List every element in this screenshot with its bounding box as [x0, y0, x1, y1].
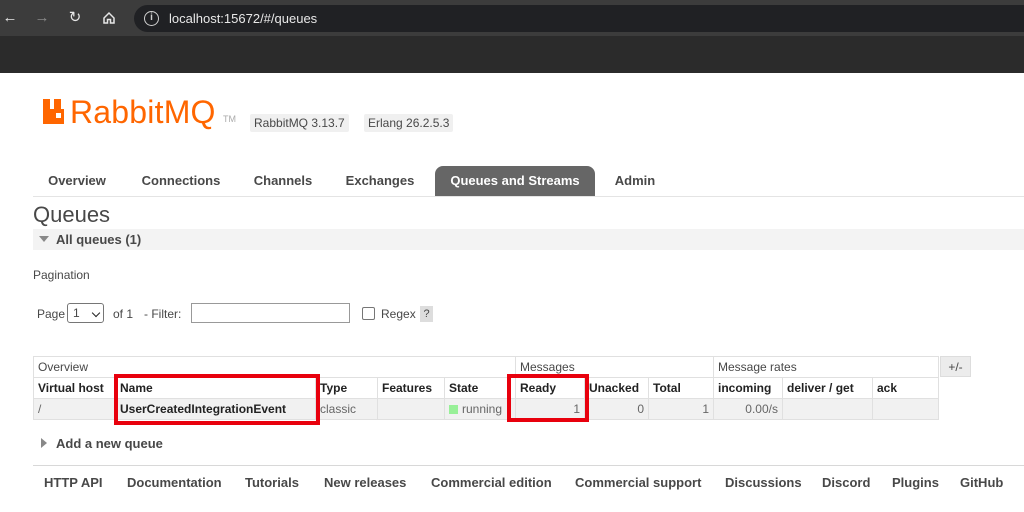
- running-status-icon: [449, 405, 458, 414]
- back-icon[interactable]: ←: [0, 8, 20, 28]
- page-select[interactable]: 1: [67, 303, 104, 323]
- toggle-columns-button[interactable]: +/-: [940, 356, 971, 377]
- cell-total: 1: [648, 398, 714, 420]
- column-header-incoming[interactable]: incoming: [713, 377, 783, 399]
- tab-exchanges[interactable]: Exchanges: [336, 166, 424, 196]
- page-label: Page: [37, 307, 66, 321]
- rabbitmq-version-badge: RabbitMQ 3.13.7: [250, 114, 349, 132]
- footer-link-http-api[interactable]: HTTP API: [44, 475, 103, 490]
- tab-channels[interactable]: Channels: [243, 166, 323, 196]
- add-new-queue-label[interactable]: Add a new queue: [56, 436, 163, 451]
- cell-type: classic: [315, 398, 378, 420]
- footer-link-discussions[interactable]: Discussions: [725, 475, 802, 490]
- regex-help-button[interactable]: ?: [420, 306, 433, 322]
- reload-icon[interactable]: ↻: [65, 8, 85, 28]
- regex-label: Regex: [381, 307, 416, 321]
- cell-ack: [872, 398, 939, 420]
- erlang-version-badge: Erlang 26.2.5.3: [364, 114, 454, 132]
- section-title[interactable]: All queues (1): [56, 232, 141, 247]
- group-header-message-rates: Message rates: [713, 356, 939, 378]
- state-text: running: [462, 402, 503, 416]
- cell-state: running: [444, 398, 516, 420]
- footer-link-documentation[interactable]: Documentation: [127, 475, 222, 490]
- column-header-total[interactable]: Total: [648, 377, 714, 399]
- browser-band: [0, 36, 1024, 73]
- tab-divider: [33, 196, 1024, 197]
- highlight-box-ready: [507, 374, 589, 422]
- column-header-ack[interactable]: ack: [872, 377, 939, 399]
- filter-input[interactable]: [191, 303, 350, 323]
- info-icon[interactable]: i: [144, 11, 159, 26]
- cell-features: [377, 398, 445, 420]
- page-title: Queues: [33, 202, 111, 227]
- page-select-value: 1: [73, 306, 80, 320]
- page-count-label: of 1: [113, 307, 134, 321]
- forward-icon[interactable]: →: [32, 8, 52, 28]
- tab-overview[interactable]: Overview: [33, 166, 121, 196]
- tab-queues-and-streams[interactable]: Queues and Streams: [435, 166, 595, 196]
- column-header-type[interactable]: Type: [315, 377, 378, 399]
- logo-text: RabbitMQ: [70, 94, 216, 130]
- column-header-virtual-host[interactable]: Virtual host: [33, 377, 116, 399]
- cell-incoming: 0.00/s: [713, 398, 783, 420]
- regex-checkbox[interactable]: [362, 307, 375, 320]
- filter-label: - Filter:: [144, 307, 182, 321]
- footer-link-plugins[interactable]: Plugins: [892, 475, 939, 490]
- footer-link-new-releases[interactable]: New releases: [324, 475, 406, 490]
- column-header-unacked[interactable]: Unacked: [584, 377, 649, 399]
- cell-unacked: 0: [584, 398, 649, 420]
- cell-deliver-get: [782, 398, 873, 420]
- column-header-state[interactable]: State: [444, 377, 516, 399]
- pagination-label: Pagination: [33, 268, 90, 282]
- cell-virtual-host: /: [33, 398, 116, 420]
- home-icon[interactable]: [99, 8, 119, 28]
- footer-link-discord[interactable]: Discord: [822, 475, 870, 490]
- footer-link-tutorials[interactable]: Tutorials: [245, 475, 299, 490]
- chevron-down-icon: [91, 308, 101, 318]
- highlight-box-name: [114, 374, 320, 425]
- browser-toolbar: ← → ↻ i localhost:15672/#/queues: [0, 0, 1024, 36]
- logo-trademark: TM: [223, 114, 236, 124]
- all-queues-section-header[interactable]: All queues (1): [33, 229, 1024, 250]
- column-header-features[interactable]: Features: [377, 377, 445, 399]
- footer-divider: [33, 465, 1024, 466]
- rabbit-logo-icon: [43, 99, 64, 124]
- tab-admin[interactable]: Admin: [605, 166, 665, 196]
- expand-arrow-icon[interactable]: [41, 438, 47, 448]
- address-bar[interactable]: i localhost:15672/#/queues: [134, 5, 1024, 32]
- footer-link-commercial-edition[interactable]: Commercial edition: [431, 475, 552, 490]
- footer-link-commercial-support[interactable]: Commercial support: [575, 475, 701, 490]
- footer-link-github[interactable]: GitHub: [960, 475, 1003, 490]
- collapse-arrow-icon[interactable]: [39, 236, 49, 242]
- url-text: localhost:15672/#/queues: [169, 11, 318, 26]
- column-header-deliver-get[interactable]: deliver / get: [782, 377, 873, 399]
- tab-connections[interactable]: Connections: [131, 166, 231, 196]
